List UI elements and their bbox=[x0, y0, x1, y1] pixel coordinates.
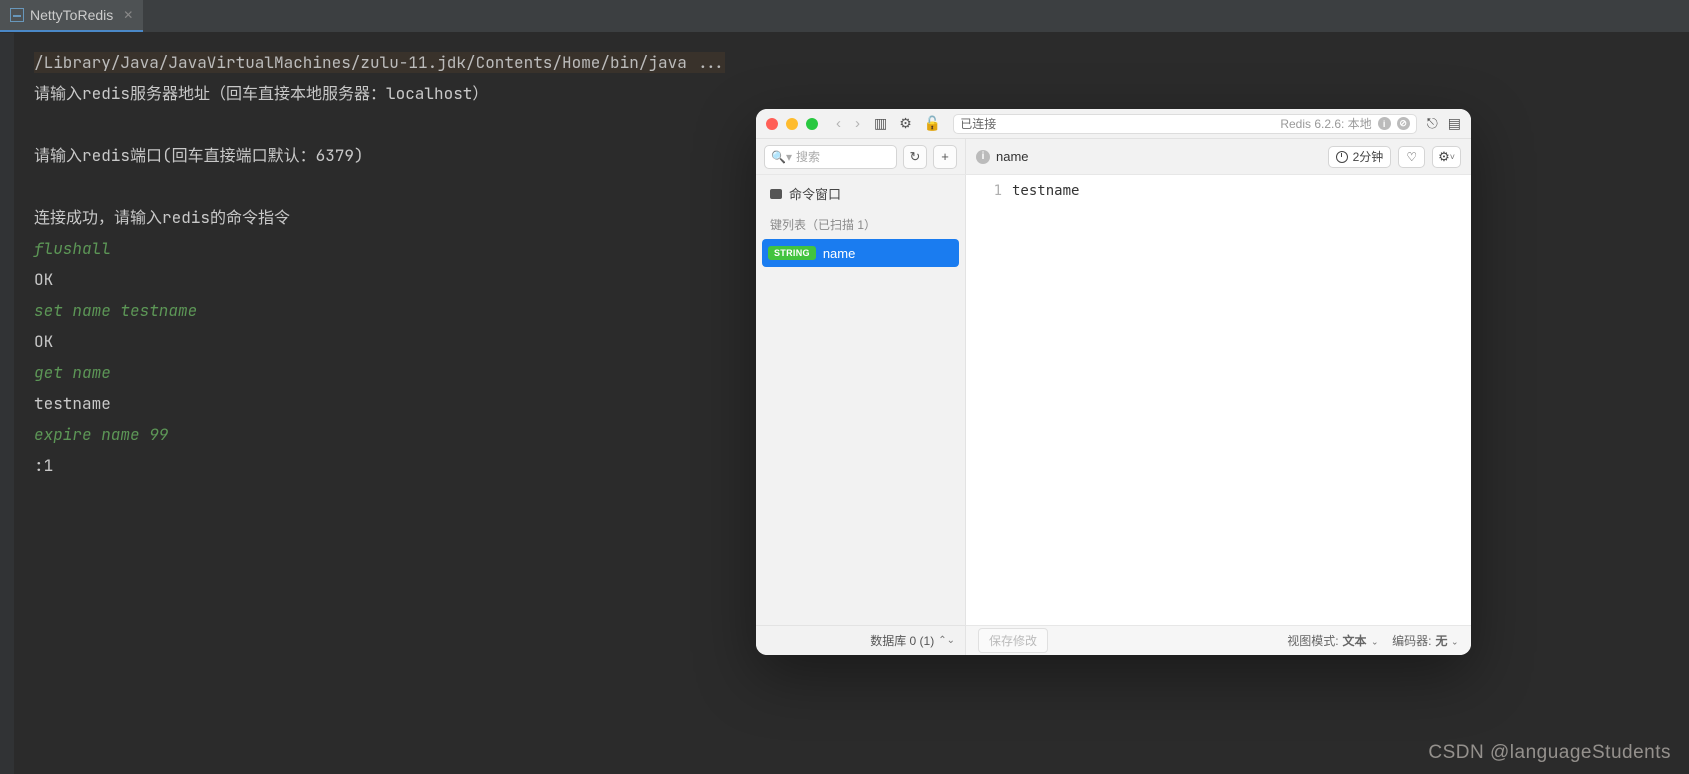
value-editor[interactable]: 1 testname bbox=[966, 175, 1471, 625]
cmd-flushall: flushall bbox=[34, 238, 111, 259]
add-key-button[interactable]: + bbox=[933, 145, 957, 169]
search-icon: 🔍▾ bbox=[771, 150, 792, 164]
view-mode-select[interactable]: 视图模式: 文本 bbox=[1287, 632, 1378, 649]
key-item-label: name bbox=[823, 246, 856, 261]
connection-status-bar[interactable]: 已连接 Redis 6.2.6: 本地 i ⊘ bbox=[953, 114, 1416, 134]
resp-expire: :1 bbox=[34, 455, 53, 476]
run-config-icon bbox=[10, 8, 24, 22]
clock-icon bbox=[1336, 151, 1348, 163]
gutter bbox=[0, 33, 14, 774]
value-panel: 1 testname 保存修改 视图模式: 文本 编码器: 无 bbox=[966, 175, 1471, 655]
minimize-window-icon[interactable] bbox=[786, 118, 798, 130]
titlebar[interactable]: ‹ › ▥ ⚙ 🔓 已连接 Redis 6.2.6: 本地 i ⊘ ⎋ ▤ bbox=[756, 109, 1471, 139]
prompt-port: 请输入redis端口(回车直接端口默认：6379) bbox=[34, 145, 364, 166]
tab-strip: NettyToRedis ✕ bbox=[0, 0, 1689, 33]
search-placeholder: 搜索 bbox=[796, 148, 820, 165]
account-icon[interactable]: ⎋ bbox=[1427, 115, 1438, 132]
key-info-icon[interactable]: i bbox=[976, 150, 990, 164]
server-label: Redis 6.2.6: 本地 bbox=[1280, 115, 1371, 132]
line-number: 1 bbox=[980, 183, 1002, 617]
chevron-updown-icon: ⌃⌄ bbox=[938, 635, 955, 646]
prompt-host: 请输入redis服务器地址（回车直接本地服务器：localhost） bbox=[34, 83, 488, 104]
tab-title: NettyToRedis bbox=[30, 7, 113, 23]
value-text: testname bbox=[1012, 183, 1079, 617]
key-type-badge: STRING bbox=[768, 246, 816, 260]
close-icon[interactable]: ✕ bbox=[123, 8, 133, 22]
terminal-icon bbox=[770, 189, 782, 199]
java-path: /Library/Java/JavaVirtualMachines/zulu-1… bbox=[34, 52, 725, 73]
toolbar: 🔍▾ 搜索 ↻ + i name 2分钟 bbox=[756, 139, 1471, 175]
nav-arrows: ‹ › bbox=[836, 115, 860, 132]
forward-icon[interactable]: › bbox=[855, 115, 860, 132]
refresh-button[interactable]: ↻ bbox=[903, 145, 927, 169]
db-selector[interactable]: 数据库 0 (1) ⌃⌄ bbox=[756, 625, 965, 655]
refresh-status-icon[interactable]: ⊘ bbox=[1397, 117, 1410, 130]
sidebar-item-cmdwin[interactable]: 命令窗口 bbox=[756, 175, 965, 212]
ttl-badge[interactable]: 2分钟 bbox=[1328, 146, 1392, 168]
key-settings-button[interactable] bbox=[1432, 146, 1461, 168]
redis-client-window: ‹ › ▥ ⚙ 🔓 已连接 Redis 6.2.6: 本地 i ⊘ ⎋ ▤ 🔍▾… bbox=[756, 109, 1471, 655]
close-window-icon[interactable] bbox=[766, 118, 778, 130]
zoom-window-icon[interactable] bbox=[806, 118, 818, 130]
watermark: CSDN @languageStudents bbox=[1428, 742, 1671, 764]
panel-icon[interactable]: ▤ bbox=[1448, 115, 1461, 132]
favorite-button[interactable] bbox=[1398, 146, 1425, 168]
sidebar: 命令窗口 键列表（已扫描 1） STRING name 数据库 0 (1) ⌃⌄ bbox=[756, 175, 966, 655]
resp-ok1: OK bbox=[34, 269, 53, 290]
key-name: name bbox=[996, 149, 1029, 164]
encoder-select[interactable]: 编码器: 无 bbox=[1392, 632, 1459, 649]
keylist-header: 键列表（已扫描 1） bbox=[756, 212, 965, 239]
settings-icon[interactable]: ⚙ bbox=[899, 115, 912, 132]
cmd-expire: expire name 99 bbox=[34, 424, 168, 445]
lock-icon[interactable]: 🔓 bbox=[924, 115, 941, 132]
tab-netty[interactable]: NettyToRedis ✕ bbox=[0, 0, 143, 32]
cmd-set: set name testname bbox=[34, 300, 197, 321]
sidebar-toggle-icon[interactable]: ▥ bbox=[874, 115, 887, 132]
search-input[interactable]: 🔍▾ 搜索 bbox=[764, 145, 897, 169]
cmd-get: get name bbox=[34, 362, 111, 383]
connect-ok: 连接成功，请输入redis的命令指令 bbox=[34, 207, 290, 228]
resp-value: testname bbox=[34, 393, 111, 414]
resp-ok2: OK bbox=[34, 331, 53, 352]
info-icon[interactable]: i bbox=[1378, 117, 1391, 130]
save-button[interactable]: 保存修改 bbox=[978, 628, 1048, 653]
back-icon[interactable]: ‹ bbox=[836, 115, 841, 132]
traffic-lights bbox=[766, 118, 818, 130]
status-text: 已连接 bbox=[960, 115, 996, 132]
key-item-name[interactable]: STRING name bbox=[762, 239, 959, 267]
value-footer: 保存修改 视图模式: 文本 编码器: 无 bbox=[966, 625, 1471, 655]
